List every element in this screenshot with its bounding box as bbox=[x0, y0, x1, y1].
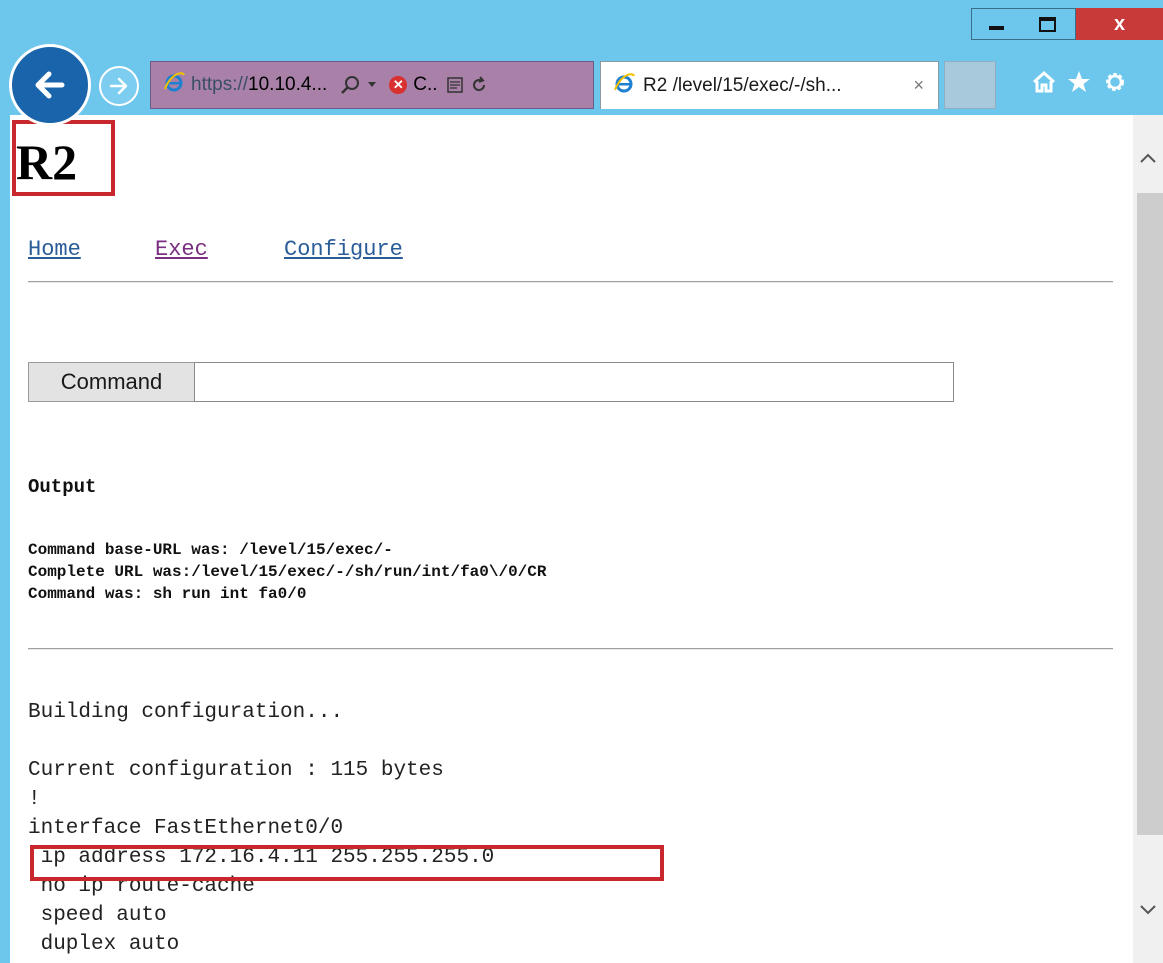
command-complete-url: Complete URL was:/level/15/exec/-/sh/run… bbox=[28, 563, 547, 581]
vertical-scrollbar[interactable] bbox=[1133, 115, 1163, 963]
gear-icon[interactable] bbox=[1099, 66, 1131, 98]
command-input[interactable] bbox=[194, 362, 954, 402]
command-base-url: Command base-URL was: /level/15/exec/- bbox=[28, 541, 393, 559]
minimize-icon bbox=[988, 26, 1004, 30]
certificate-error-label[interactable]: C.. bbox=[413, 74, 437, 96]
scroll-down-icon[interactable] bbox=[1133, 895, 1163, 925]
address-host: 10.10.4... bbox=[248, 74, 328, 95]
back-button[interactable] bbox=[9, 44, 91, 126]
command-info: Command base-URL was: /level/15/exec/- C… bbox=[28, 539, 546, 605]
refresh-icon[interactable] bbox=[470, 76, 488, 94]
ie-logo-icon bbox=[613, 72, 635, 100]
new-tab-button[interactable] bbox=[944, 61, 996, 109]
search-icon[interactable] bbox=[339, 74, 361, 96]
config-line: duplex auto bbox=[28, 933, 180, 956]
config-line: ! bbox=[28, 788, 41, 811]
forward-button[interactable] bbox=[99, 66, 139, 106]
scroll-up-icon[interactable] bbox=[1133, 143, 1163, 173]
config-line: interface FastEthernet0/0 bbox=[28, 817, 344, 840]
address-bar[interactable]: https://10.10.4... ✕ C.. bbox=[150, 61, 594, 109]
nav-link-home[interactable]: Home bbox=[28, 237, 81, 262]
home-icon[interactable] bbox=[1028, 66, 1060, 98]
config-output: Building configuration... Current config… bbox=[28, 698, 494, 959]
certificate-error-icon[interactable]: ✕ bbox=[389, 76, 408, 94]
output-heading: Output bbox=[28, 476, 97, 498]
command-button[interactable]: Command bbox=[28, 362, 195, 402]
address-protocol: https:// bbox=[191, 74, 249, 95]
minimize-button[interactable] bbox=[971, 8, 1021, 40]
divider bbox=[28, 281, 1113, 283]
star-icon[interactable] bbox=[1063, 66, 1095, 98]
back-arrow-icon bbox=[35, 71, 65, 99]
nav-link-exec[interactable]: Exec bbox=[155, 237, 208, 262]
ip-address-highlight-box bbox=[30, 845, 664, 881]
maximize-button[interactable] bbox=[1020, 8, 1076, 40]
close-icon: x bbox=[1113, 12, 1126, 35]
maximize-icon bbox=[1039, 16, 1056, 32]
window-frame-left bbox=[0, 115, 10, 963]
command-was: Command was: sh run int fa0/0 bbox=[28, 585, 307, 603]
config-line: speed auto bbox=[28, 904, 167, 927]
config-line: Current configuration : 115 bytes bbox=[28, 759, 444, 782]
page-content: R2 Home Exec Configure Command Output Co… bbox=[10, 115, 1133, 963]
browser-chrome: x https://10.10.4... ✕ C.. R2 /level/15/… bbox=[0, 0, 1163, 115]
close-button[interactable]: x bbox=[1076, 8, 1163, 40]
tab-close-icon[interactable]: × bbox=[913, 75, 924, 96]
nav-link-configure[interactable]: Configure bbox=[284, 237, 403, 262]
compatibility-icon[interactable] bbox=[446, 76, 464, 94]
scrollbar-thumb[interactable] bbox=[1137, 193, 1163, 835]
tab-title: R2 /level/15/exec/-/sh... bbox=[643, 74, 842, 96]
forward-arrow-icon bbox=[109, 77, 128, 95]
title-highlight-box bbox=[12, 120, 115, 196]
ie-logo-icon bbox=[163, 71, 185, 99]
tab-r2-exec[interactable]: R2 /level/15/exec/-/sh... × bbox=[600, 61, 939, 109]
divider bbox=[28, 648, 1113, 650]
dropdown-icon[interactable] bbox=[367, 81, 377, 89]
config-line: Building configuration... bbox=[28, 701, 344, 724]
